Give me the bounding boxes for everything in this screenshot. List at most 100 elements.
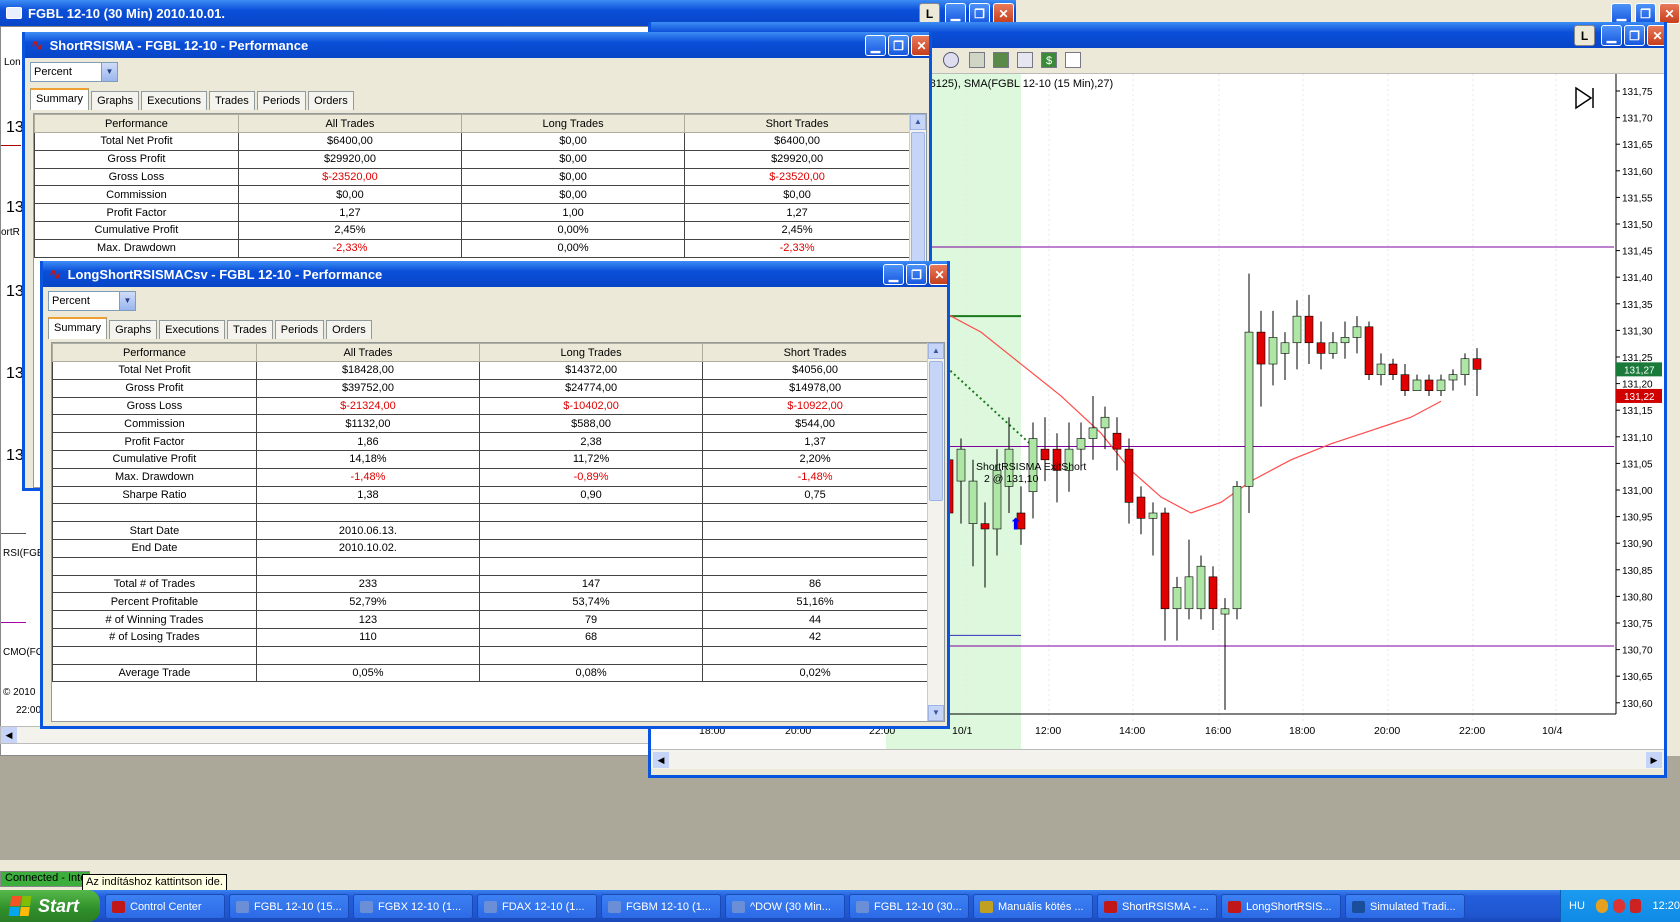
- column-header[interactable]: Short Trades: [702, 343, 928, 362]
- toolbar-icon-d[interactable]: [1065, 52, 1081, 68]
- restore-icon[interactable]: ❐: [969, 3, 990, 24]
- table-row: End Date 2010.10.02.: [52, 538, 928, 558]
- table-row: Profit Factor 1,27 1,00 1,27: [34, 203, 910, 222]
- tab-executions[interactable]: Executions: [141, 91, 207, 110]
- taskbar-item[interactable]: ShortRSISMA - ...: [1097, 894, 1217, 919]
- scroll-down-icon[interactable]: ▼: [928, 705, 944, 721]
- taskbar-item-label: Control Center: [130, 900, 202, 913]
- perf1-minimize-icon[interactable]: ▁: [865, 35, 886, 56]
- side-label: ortR: [1, 227, 20, 238]
- candle-body: [1268, 337, 1278, 365]
- language-indicator[interactable]: HU: [1569, 900, 1585, 912]
- tray-icon-b[interactable]: [1612, 899, 1625, 913]
- chart-close-icon[interactable]: ✕: [1647, 25, 1664, 46]
- candle-body: [1136, 496, 1146, 519]
- scroll-right-icon[interactable]: ▶: [1646, 752, 1662, 768]
- candle-body: [1472, 358, 1482, 370]
- taskbar-item[interactable]: ^DOW (30 Min...: [725, 894, 845, 919]
- taskbar-app-icon: [732, 900, 745, 913]
- table-row: [52, 645, 928, 665]
- tab-summary[interactable]: Summary: [30, 88, 90, 110]
- table-row: [52, 556, 928, 576]
- chevron-down-icon[interactable]: ▼: [119, 292, 135, 310]
- perf2-restore-icon[interactable]: ❐: [906, 264, 927, 285]
- column-header[interactable]: Performance: [52, 343, 257, 362]
- scroll-up-icon[interactable]: ▲: [910, 114, 926, 130]
- column-header[interactable]: All Trades: [255, 343, 481, 362]
- tab-graphs[interactable]: Graphs: [91, 91, 140, 110]
- column-header[interactable]: All Trades: [237, 114, 463, 133]
- table-row: Gross Loss $-21324,00 $-10402,00 $-10922,00: [52, 396, 928, 416]
- taskbar-item[interactable]: Control Center: [105, 894, 225, 919]
- perf2-scrollbar[interactable]: ▲ ▼: [927, 343, 944, 721]
- outer-minimize-icon[interactable]: ▁: [1611, 3, 1632, 24]
- toolbar-icon-a[interactable]: [969, 52, 985, 68]
- scroll-thumb[interactable]: [929, 361, 943, 501]
- chart-minimize-icon[interactable]: ▁: [1601, 25, 1622, 46]
- perf2-minimize-icon[interactable]: ▁: [883, 264, 904, 285]
- column-header[interactable]: Performance: [34, 114, 239, 133]
- tab-graphs[interactable]: Graphs: [109, 320, 158, 339]
- perf1-restore-icon[interactable]: ❐: [888, 35, 909, 56]
- scroll-up-icon[interactable]: ▲: [928, 343, 944, 359]
- taskbar-item-label: LongShortRSIS...: [1246, 900, 1332, 913]
- taskbar-item[interactable]: FGBL 12-10 (15...: [229, 894, 349, 919]
- scroll-left-icon[interactable]: ◀: [653, 752, 669, 768]
- perf1-display-combo[interactable]: Percent ▼: [30, 62, 118, 82]
- perf1-titlebar[interactable]: ∿ ShortRSISMA - FGBL 12-10 - Performance…: [25, 32, 929, 58]
- candle-body: [1076, 438, 1086, 450]
- time-tick-label: 22:00: [1459, 725, 1485, 737]
- link-button[interactable]: L: [919, 3, 940, 24]
- tray-icon-a[interactable]: [1595, 899, 1608, 913]
- taskbar-item[interactable]: FGBL 12-10 (30...: [849, 894, 969, 919]
- perf2-close-icon[interactable]: ✕: [929, 264, 947, 285]
- tab-trades[interactable]: Trades: [226, 320, 273, 339]
- table-cell: $-21324,00: [255, 396, 481, 416]
- tab-orders[interactable]: Orders: [326, 320, 372, 339]
- tab-executions[interactable]: Executions: [159, 320, 225, 339]
- zoom-icon[interactable]: [943, 52, 959, 68]
- perf1-close-icon[interactable]: ✕: [911, 35, 929, 56]
- start-button[interactable]: Start: [0, 890, 100, 922]
- minimize-icon[interactable]: ▁: [945, 3, 966, 24]
- taskbar-item[interactable]: LongShortRSIS...: [1221, 894, 1341, 919]
- toolbar-icon-b[interactable]: [993, 52, 1009, 68]
- table-cell: 0,75: [702, 485, 928, 505]
- column-header[interactable]: Long Trades: [478, 343, 704, 362]
- taskbar-app-icon: [484, 900, 497, 913]
- table-row: Cumulative Profit 2,45% 0,00% 2,45%: [34, 220, 910, 240]
- chart-restore-icon[interactable]: ❐: [1624, 25, 1645, 46]
- dollar-icon[interactable]: $: [1041, 52, 1057, 68]
- table-cell: Sharpe Ratio: [52, 485, 257, 505]
- tab-periods[interactable]: Periods: [256, 91, 307, 110]
- candle-body: [1232, 486, 1242, 610]
- perf2-display-combo[interactable]: Percent ▼: [48, 291, 136, 311]
- scroll-to-end-icon[interactable]: [1575, 86, 1594, 110]
- close-icon[interactable]: ✕: [993, 3, 1014, 24]
- chart-horizontal-scrollbar[interactable]: ◀ ▶: [651, 749, 1664, 769]
- chevron-down-icon[interactable]: ▼: [101, 63, 117, 81]
- taskbar-item[interactable]: FGBM 12-10 (1...: [601, 894, 721, 919]
- shield-icon[interactable]: [1629, 899, 1642, 913]
- candle-body: [1184, 576, 1194, 610]
- outer-close-icon[interactable]: ✕: [1659, 3, 1680, 24]
- table-cell: [702, 645, 928, 665]
- candle-body: [1100, 416, 1110, 429]
- toolbar-icon-c[interactable]: [1017, 52, 1033, 68]
- taskbar-item[interactable]: FGBX 12-10 (1...: [353, 894, 473, 919]
- taskbar-item[interactable]: Simulated Tradi...: [1345, 894, 1465, 919]
- table-cell: [255, 503, 481, 523]
- tab-summary[interactable]: Summary: [48, 317, 108, 339]
- perf2-titlebar[interactable]: ∿ LongShortRSISMACsv - FGBL 12-10 - Perf…: [43, 261, 947, 287]
- taskbar-item[interactable]: Manuális kötés ...: [973, 894, 1093, 919]
- tab-periods[interactable]: Periods: [274, 320, 325, 339]
- tab-orders[interactable]: Orders: [308, 91, 354, 110]
- column-header[interactable]: Long Trades: [460, 114, 686, 133]
- time-tick-label: 20:00: [1374, 725, 1400, 737]
- column-header[interactable]: Short Trades: [684, 114, 910, 133]
- outer-restore-icon[interactable]: ❐: [1635, 3, 1656, 24]
- scroll-left-icon[interactable]: ◀: [1, 727, 17, 743]
- chart-link-button[interactable]: L: [1574, 25, 1595, 46]
- taskbar-item[interactable]: FDAX 12-10 (1...: [477, 894, 597, 919]
- tab-trades[interactable]: Trades: [208, 91, 255, 110]
